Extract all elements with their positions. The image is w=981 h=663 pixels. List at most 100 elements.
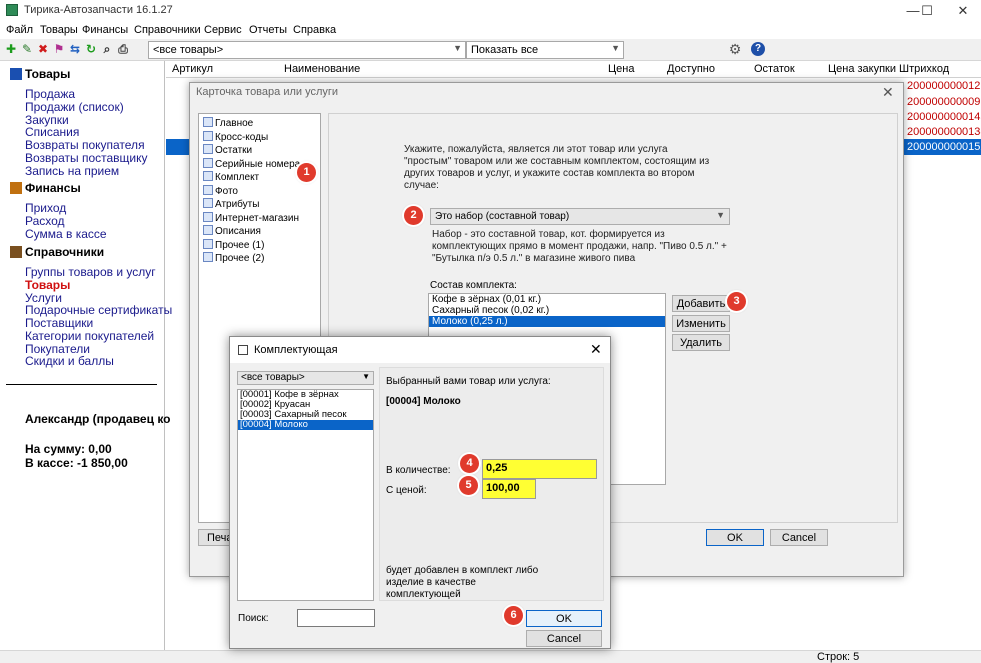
gear-icon[interactable]: ⚙ — [728, 42, 742, 56]
search-icon[interactable]: ⌕ — [100, 42, 114, 56]
tree-item-label: Комплект — [215, 172, 260, 183]
column-purchase-price[interactable]: Цена закупки — [828, 63, 896, 75]
kit-type-select[interactable]: Это набор (составной товар) ▼ — [430, 208, 730, 225]
menu-file[interactable]: Файл — [6, 24, 33, 36]
step-badge: 4 — [460, 454, 479, 473]
section-icon — [10, 68, 22, 80]
tree-item[interactable]: Описания — [203, 225, 261, 237]
menu-finance[interactable]: Финансы — [82, 24, 128, 36]
grid-header: Артикул Наименование Цена Доступно Остат… — [166, 61, 981, 78]
window-icon — [238, 345, 248, 355]
sidebar-link[interactable]: Запись на прием — [25, 164, 119, 178]
menu-service[interactable]: Сервис — [204, 24, 242, 36]
tree-item[interactable]: Остатки — [203, 144, 252, 156]
qty-input[interactable]: 0,25 — [482, 459, 597, 479]
tree-item-label: Серийные номера — [215, 158, 301, 170]
card-ok-button[interactable]: OK — [706, 529, 764, 546]
tree-item[interactable]: Интернет-магазин — [203, 211, 299, 224]
help-icon[interactable]: ? — [751, 42, 765, 56]
tree-item-icon — [203, 211, 213, 222]
title-bar: Тирика-Автозапчасти 16.1.27 — ☐ ✕ — [0, 0, 981, 22]
add-icon[interactable]: ✚ — [4, 42, 18, 56]
barcode-cell[interactable]: 2000000000145 — [907, 111, 981, 123]
section-icon — [10, 246, 22, 258]
goods-filter-combo[interactable]: <все товары> ▼ — [148, 41, 466, 59]
tree-item[interactable]: Серийные номера — [203, 157, 301, 170]
chevron-down-icon: ▼ — [453, 43, 462, 53]
menu-references[interactable]: Справочники — [134, 24, 201, 36]
price-input[interactable]: 100,00 — [482, 479, 536, 499]
sidebar-link[interactable]: Скидки и баллы — [25, 354, 114, 368]
move-icon[interactable]: ⇆ — [68, 42, 82, 56]
sub-ok-button[interactable]: OK — [526, 610, 602, 627]
section-title: Товары — [25, 67, 71, 81]
chevron-down-icon: ▼ — [716, 210, 725, 220]
tree-item-label: Интернет-магазин — [215, 212, 299, 224]
column-available[interactable]: Доступно — [667, 63, 715, 75]
tree-item-icon — [203, 157, 213, 168]
column-name[interactable]: Наименование — [284, 63, 360, 75]
dialog-title: Карточка товара или услуги — [196, 86, 339, 98]
tree-item[interactable]: Кросс-коды — [203, 130, 269, 143]
tree-item-label: Прочее (2) — [215, 253, 265, 264]
divider — [6, 384, 157, 385]
tree-item-label: Кросс-коды — [215, 131, 269, 143]
sub-filter-combo[interactable]: <все товары> ▼ — [237, 371, 374, 385]
list-item[interactable]: Сахарный песок (0,02 кг.) — [429, 305, 665, 316]
menu-bar: Файл Товары Финансы Справочники Сервис О… — [0, 22, 981, 39]
menu-goods[interactable]: Товары — [40, 24, 78, 36]
list-item[interactable]: Кофе в зёрнах (0,01 кг.) — [429, 294, 665, 305]
column-price[interactable]: Цена — [608, 63, 634, 75]
barcode-cell[interactable]: 2000000000152 — [907, 141, 981, 153]
barcode-cell[interactable]: 2000000000121 — [907, 80, 981, 92]
kit-description: Набор - это составной товар, кот. формир… — [432, 229, 727, 264]
tree-item[interactable]: Атрибуты — [203, 198, 259, 210]
close-icon[interactable]: ✕ — [590, 341, 602, 358]
column-article[interactable]: Артикул — [172, 63, 213, 75]
show-filter-combo[interactable]: Показать все ▼ — [466, 41, 624, 59]
edit-component-button[interactable]: Изменить — [672, 315, 730, 332]
close-window-button[interactable]: ✕ — [940, 0, 981, 22]
list-item[interactable]: [00004] Молоко — [238, 420, 373, 430]
tree-item-icon — [203, 225, 213, 235]
sidebar-link[interactable]: Сумма в кассе — [25, 227, 107, 241]
card-cancel-button[interactable]: Cancel — [770, 529, 828, 546]
chevron-down-icon: ▼ — [362, 372, 370, 381]
list-item[interactable]: Молоко (0,25 л.) — [429, 316, 665, 327]
chevron-down-icon: ▼ — [611, 43, 620, 53]
column-stock[interactable]: Остаток — [754, 63, 795, 75]
close-icon[interactable]: ✕ — [882, 84, 894, 101]
column-barcode[interactable]: Штрихкод — [899, 63, 949, 75]
tree-item[interactable]: Комплект — [203, 171, 259, 183]
delete-icon[interactable]: ✖ — [36, 42, 50, 56]
refresh-icon[interactable]: ↻ — [84, 42, 98, 56]
flag-icon[interactable]: ⚑ — [52, 42, 66, 56]
tree-item-icon — [203, 171, 213, 181]
selected-value: [00004] Молоко — [386, 396, 461, 407]
tree-item-icon — [203, 184, 213, 195]
goods-list[interactable]: [00001] Кофе в зёрнах [00002] Круасан [000… — [237, 389, 374, 601]
section-heading: Справочники — [10, 245, 104, 259]
tree-item[interactable]: Прочее (2) — [203, 252, 264, 264]
print-icon[interactable]: ⎙ — [116, 42, 130, 56]
component-dialog: Комплектующая ✕ <все товары> ▼ [00001] К… — [229, 336, 611, 649]
search-input[interactable] — [297, 609, 375, 627]
tree-item-label: Прочее (1) — [215, 239, 265, 251]
menu-help[interactable]: Справка — [293, 24, 336, 36]
tree-item[interactable]: Главное — [203, 117, 253, 129]
sum-label: На сумму: 0,00 — [25, 442, 112, 456]
barcode-cell[interactable]: 2000000000138 — [907, 126, 981, 138]
section-heading: Товары — [10, 67, 70, 81]
delete-component-button[interactable]: Удалить — [672, 334, 730, 351]
step-badge: 3 — [727, 292, 746, 311]
menu-reports[interactable]: Отчеты — [249, 24, 287, 36]
add-component-button[interactable]: Добавить — [672, 295, 730, 312]
tree-item[interactable]: Прочее (1) — [203, 238, 265, 251]
navigation-panel: Товары Продажа Продажи (список) Закупки Спис… — [0, 61, 172, 651]
section-title: Финансы — [25, 181, 81, 195]
sub-cancel-button[interactable]: Cancel — [526, 630, 602, 647]
tree-item[interactable]: Фото — [203, 184, 238, 197]
tree-item-icon — [203, 252, 213, 262]
barcode-cell[interactable]: 2000000000091 — [907, 96, 981, 108]
edit-icon[interactable]: ✎ — [20, 42, 34, 56]
